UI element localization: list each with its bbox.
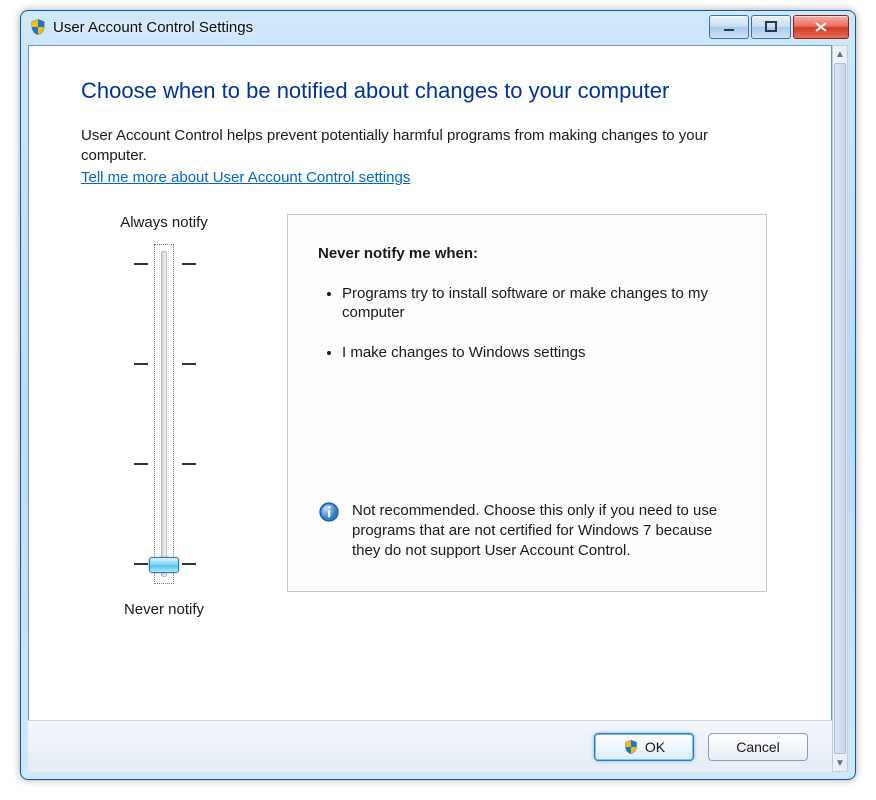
maximize-button[interactable] bbox=[751, 15, 791, 39]
vertical-scrollbar[interactable]: ▲ ▼ bbox=[832, 45, 848, 772]
titlebar[interactable]: User Account Control Settings bbox=[21, 11, 855, 43]
uac-settings-window: User Account Control Settings Choose whe… bbox=[20, 10, 856, 780]
close-button[interactable] bbox=[793, 15, 849, 39]
description-warning: Not recommended. Choose this only if you… bbox=[352, 501, 736, 560]
slider-top-label: Always notify bbox=[120, 214, 208, 231]
page-heading: Choose when to be notified about changes… bbox=[81, 78, 767, 104]
cancel-button[interactable]: Cancel bbox=[708, 733, 808, 761]
client-area: Choose when to be notified about changes… bbox=[28, 45, 832, 772]
shield-icon bbox=[29, 18, 47, 36]
notification-level-slider[interactable] bbox=[133, 241, 195, 587]
description-bullet: Programs try to install software or make… bbox=[342, 284, 736, 323]
info-icon bbox=[318, 501, 340, 523]
scroll-thumb[interactable] bbox=[834, 63, 846, 754]
window-title: User Account Control Settings bbox=[53, 19, 253, 36]
dialog-footer: OK Cancel bbox=[28, 720, 832, 772]
ok-button-label: OK bbox=[645, 739, 665, 755]
shield-icon bbox=[623, 739, 639, 755]
cancel-button-label: Cancel bbox=[736, 739, 780, 755]
description-bullet: I make changes to Windows settings bbox=[342, 343, 736, 363]
scroll-up-arrow[interactable]: ▲ bbox=[833, 46, 847, 62]
slider-thumb[interactable] bbox=[149, 557, 179, 573]
slider-bottom-label: Never notify bbox=[124, 601, 204, 618]
help-link[interactable]: Tell me more about User Account Control … bbox=[81, 169, 410, 186]
description-title: Never notify me when: bbox=[318, 245, 736, 262]
ok-button[interactable]: OK bbox=[594, 733, 694, 761]
scroll-down-arrow[interactable]: ▼ bbox=[833, 755, 847, 771]
page-intro: User Account Control helps prevent poten… bbox=[81, 126, 761, 167]
minimize-button[interactable] bbox=[709, 15, 749, 39]
level-description-panel: Never notify me when: Programs try to in… bbox=[287, 214, 767, 592]
